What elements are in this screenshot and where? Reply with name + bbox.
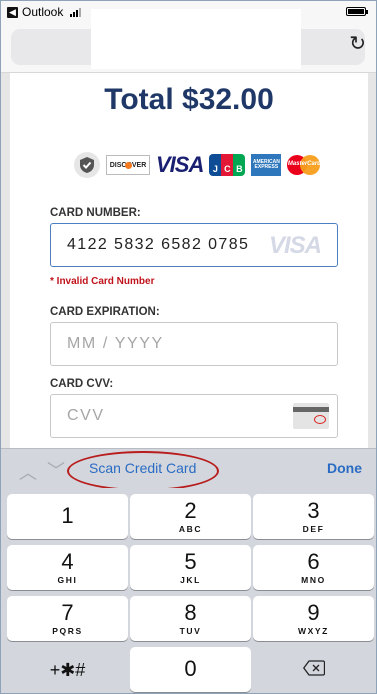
key-delete[interactable] (253, 647, 374, 692)
next-field-icon[interactable]: ﹀ (47, 457, 65, 483)
key-5[interactable]: 5 JKL (130, 545, 251, 590)
mastercard-logo: MasterCard (287, 154, 321, 176)
reload-icon[interactable]: ↻ (349, 31, 366, 56)
security-shield-icon (74, 152, 100, 178)
expiration-label: CARD EXPIRATION: (50, 306, 160, 318)
back-arrow-icon: ◀ (7, 6, 18, 18)
done-button[interactable]: Done (327, 460, 362, 476)
web-content: Total $32.00 DISCOVER VISA JCB AMERICAN … (1, 73, 376, 448)
redacted-url (91, 9, 301, 69)
key-3[interactable]: 3 DEF (253, 494, 374, 539)
card-number-label: CARD NUMBER: (50, 207, 141, 219)
keyboard-toolbar: ︿ ﹀ Scan Credit Card Done (1, 448, 376, 491)
accepted-cards: DISCOVER VISA JCB AMERICAN EXPRESS Maste… (74, 151, 321, 179)
key-8[interactable]: 8 TUV (130, 596, 251, 641)
previous-field-icon[interactable]: ︿ (19, 459, 37, 485)
card-number-value: 4122 5832 6582 0785 (67, 236, 250, 253)
cvv-label: CARD CVV: (50, 378, 114, 390)
battery-icon (346, 7, 368, 16)
expiration-placeholder: MM / YYYY (67, 335, 164, 352)
key-2[interactable]: 2 ABC (130, 494, 251, 539)
browser-toolbar: ↻ (1, 9, 376, 73)
card-number-error: * Invalid Card Number (50, 276, 155, 287)
scan-credit-card-button[interactable]: Scan Credit Card (89, 460, 196, 476)
jcb-logo: JCB (209, 154, 246, 176)
checkout-form: Total $32.00 DISCOVER VISA JCB AMERICAN … (10, 73, 368, 448)
expiration-input[interactable]: MM / YYYY (50, 322, 338, 366)
key-4[interactable]: 4 GHI (7, 545, 128, 590)
phone-screen: ◀ Outlook ↻ Total $32.00 DISCOVER VISA J… (0, 0, 377, 694)
address-bar[interactable] (11, 9, 365, 69)
key-6[interactable]: 6 MNO (253, 545, 374, 590)
key-0[interactable]: 0 (130, 647, 251, 692)
order-total: Total $32.00 (104, 83, 274, 116)
numeric-keypad: 1 2 ABC 3 DEF 4 GHI 5 JKL 6 MNO 7 PQRS 8… (1, 488, 376, 693)
discover-logo: DISCOVER (106, 155, 150, 175)
visa-logo: VISA (156, 152, 204, 177)
key-1[interactable]: 1 (7, 494, 128, 539)
key-7[interactable]: 7 PQRS (7, 596, 128, 641)
key-9[interactable]: 9 WXYZ (253, 596, 374, 641)
back-app-label: Outlook (22, 5, 64, 19)
card-brand-hint: VISA (268, 232, 322, 259)
back-to-app[interactable]: ◀ Outlook (7, 5, 82, 19)
cvv-placeholder: CVV (67, 407, 105, 424)
card-back-cvv-icon (293, 403, 329, 429)
signal-icon (70, 7, 82, 17)
cvv-input[interactable]: CVV (50, 394, 338, 438)
delete-icon (253, 660, 374, 681)
key-symbols[interactable]: +✱# (7, 647, 128, 692)
card-number-input[interactable]: 4122 5832 6582 0785 VISA (50, 223, 338, 267)
amex-logo: AMERICAN EXPRESS (251, 154, 282, 176)
